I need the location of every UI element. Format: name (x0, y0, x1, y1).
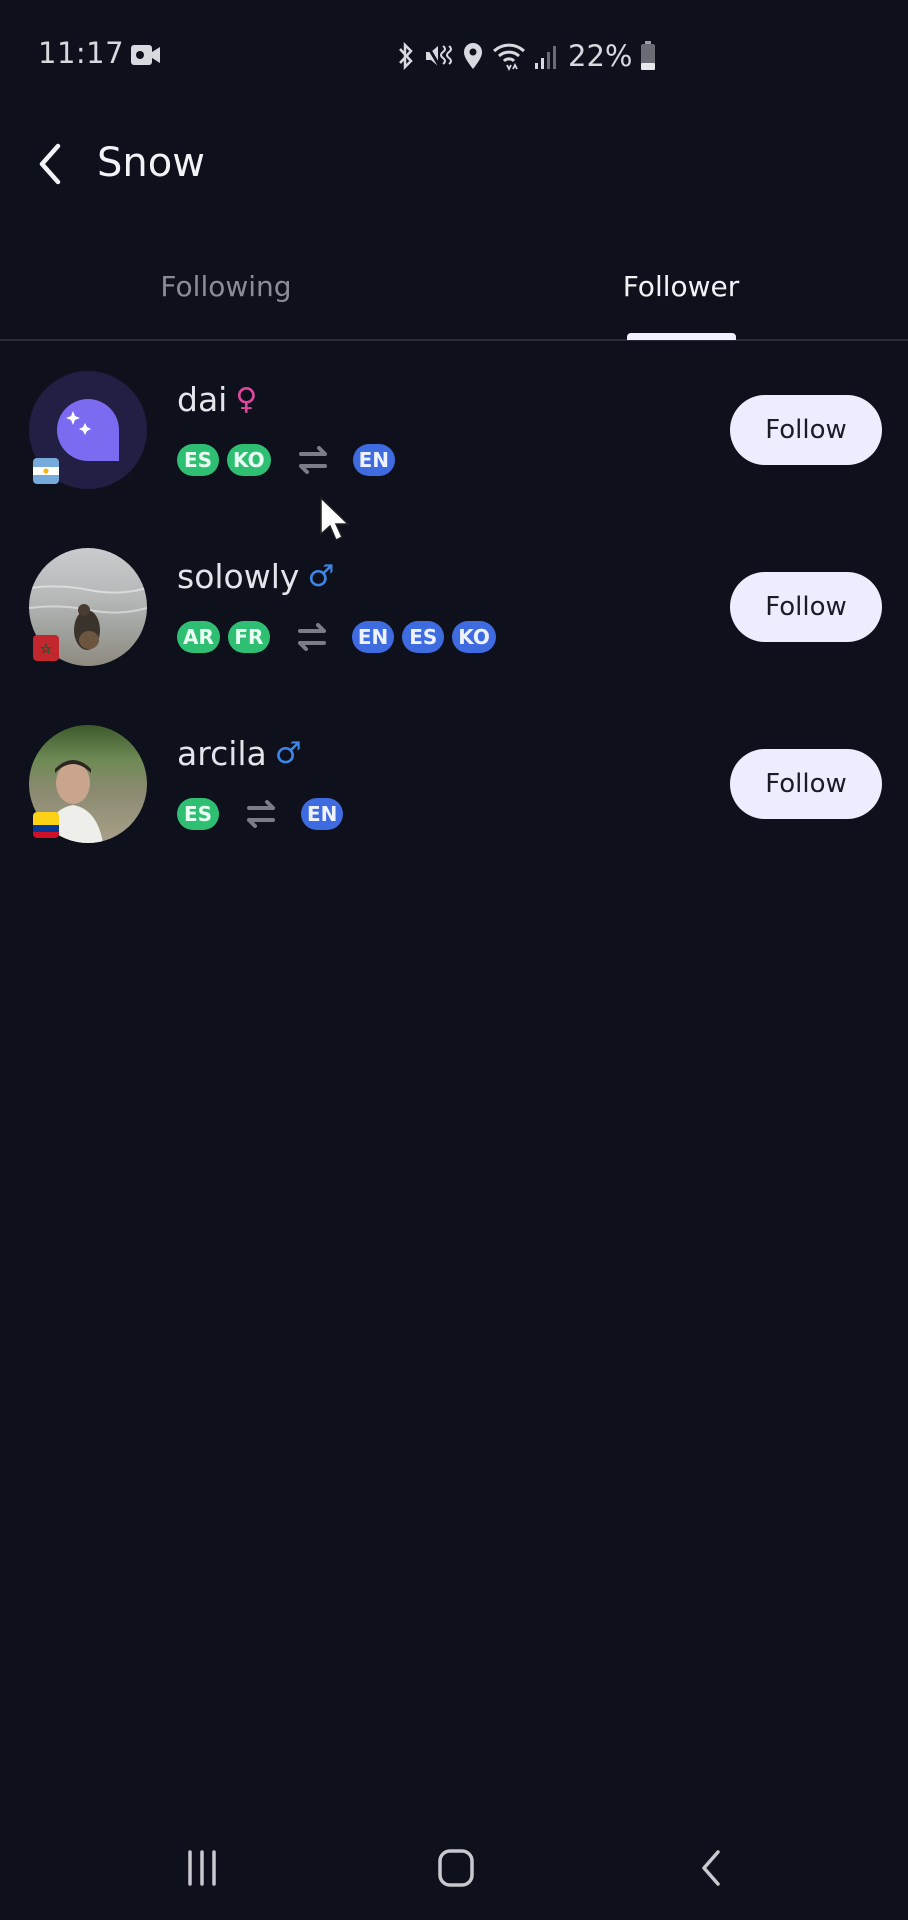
language-badges: ES EN (177, 798, 344, 830)
mute-vibrate-icon (425, 44, 452, 68)
bluetooth-icon (399, 42, 413, 70)
user-name-row: solowly ♂ (177, 557, 334, 596)
learning-language-badge: KO (452, 621, 496, 653)
signal-icon (535, 46, 556, 69)
learning-language-badge: EN (301, 798, 344, 830)
home-icon[interactable] (436, 1846, 476, 1890)
follow-button[interactable]: Follow (730, 572, 882, 642)
follow-button[interactable]: Follow (730, 749, 882, 819)
tab-follower[interactable]: Follower (531, 270, 831, 303)
active-tab-indicator (627, 333, 736, 340)
native-language-badge: FR (227, 621, 270, 653)
learning-language-badge: EN (351, 621, 395, 653)
tab-divider (0, 339, 908, 341)
user-name[interactable]: dai (177, 380, 227, 419)
user-name[interactable]: solowly (177, 557, 299, 596)
native-language-badge: AR (177, 621, 220, 653)
video-camera-icon (131, 45, 160, 65)
mouse-cursor-icon (320, 496, 350, 542)
follower-row[interactable]: solowly ♂ AR FR EN ES KO Follow (0, 527, 908, 703)
follower-row[interactable]: dai ♀ ES KO EN Follow (0, 350, 908, 526)
native-language-badge: ES (177, 444, 219, 476)
exchange-arrows-icon (298, 446, 327, 474)
user-name-row: arcila ♂ (177, 734, 302, 773)
exchange-arrows-icon (297, 623, 326, 651)
follower-row[interactable]: arcila ♂ ES EN Follow (0, 704, 908, 880)
female-icon: ♀ (235, 382, 258, 417)
exchange-arrows-icon (247, 800, 275, 828)
status-icons: 22% (396, 36, 656, 76)
male-icon: ♂ (307, 559, 335, 594)
flag-morocco-icon (33, 635, 59, 661)
back-button[interactable] (30, 136, 70, 192)
flag-colombia-icon (33, 812, 59, 838)
learning-language-badge: EN (352, 444, 396, 476)
battery-icon (641, 41, 656, 70)
user-name-row: dai ♀ (177, 380, 257, 419)
user-name[interactable]: arcila (177, 734, 267, 773)
language-badges: AR FR EN ES KO (177, 621, 496, 653)
male-icon: ♂ (274, 736, 302, 771)
learning-language-badge: ES (402, 621, 445, 653)
page-title: Snow (97, 140, 205, 186)
language-badges: ES KO EN (177, 444, 396, 476)
tab-following[interactable]: Following (76, 270, 376, 303)
flag-argentina-icon (33, 458, 59, 484)
location-icon (464, 43, 482, 69)
follow-button[interactable]: Follow (730, 395, 882, 465)
native-language-badge: ES (177, 798, 219, 830)
battery-percent: 22% (568, 39, 633, 73)
system-back-icon[interactable] (696, 1846, 726, 1890)
native-language-badge: KO (227, 444, 271, 476)
recent-apps-icon[interactable] (184, 1846, 220, 1890)
status-time: 11:17 (38, 36, 125, 70)
wifi-icon (492, 43, 526, 71)
